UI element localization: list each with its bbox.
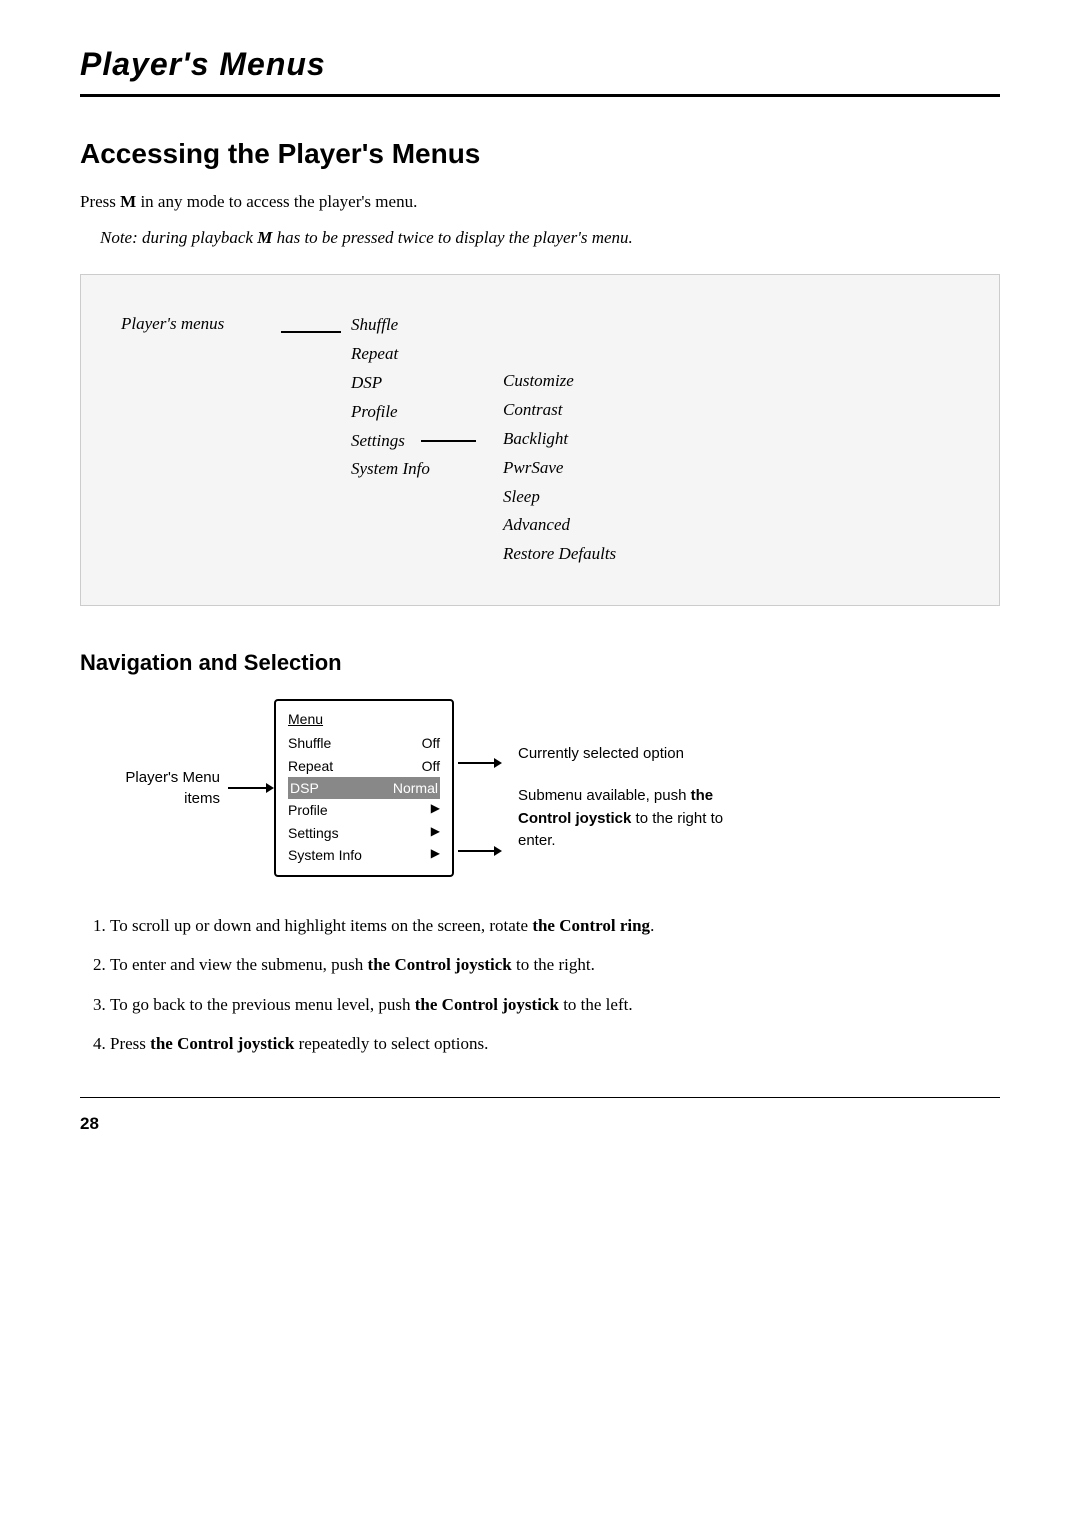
screen-row-system-info: System Info▶ (288, 844, 440, 866)
screen-row-repeat: RepeatOff (288, 755, 440, 777)
menu-sub-contrast: Contrast (503, 396, 616, 425)
section-heading: Accessing the Player's Menus (80, 133, 1000, 175)
menu-sub-backlight: Backlight (503, 425, 616, 454)
menu-sub-advanced: Advanced (503, 511, 616, 540)
nav-bracket (458, 699, 502, 876)
numbered-list: To scroll up or down and highlight items… (110, 913, 1000, 1057)
menu-item-profile: Profile (351, 398, 491, 427)
intro-text: Press M in any mode to access the player… (80, 189, 1000, 215)
screen-row-shuffle: ShuffleOff (288, 732, 440, 754)
page-number: 28 (80, 1114, 99, 1133)
menu-sub-restore: Restore Defaults (503, 540, 616, 569)
page-header: Player's Menus (80, 40, 1000, 97)
page-footer: 28 (80, 1097, 1000, 1137)
menu-sub-customize: Customize (503, 367, 616, 396)
nav-bracket-bottom (458, 846, 502, 856)
nav-bracket-top (458, 758, 502, 768)
list-item-3: To go back to the previous menu level, p… (110, 992, 1000, 1018)
screen-row-settings: Settings▶ (288, 822, 440, 844)
menu-sub-pwrsave: PwrSave (503, 454, 616, 483)
menu-sub-items: Customize Contrast Backlight PwrSave Sle… (503, 367, 616, 569)
menu-item-system-info: System Info (351, 455, 491, 484)
page-header-title: Player's Menus (80, 46, 326, 82)
screen-menu-title: Menu (288, 709, 440, 730)
list-item-2: To enter and view the submenu, push the … (110, 952, 1000, 978)
screen-row-dsp: DSPNormal (288, 777, 440, 799)
list-item-1: To scroll up or down and highlight items… (110, 913, 1000, 939)
nav-section-heading: Navigation and Selection (80, 646, 1000, 679)
nav-right-label-top: Currently selected option (518, 743, 738, 766)
menu-main-items: Shuffle Repeat DSP Profile Settings Syst… (351, 311, 491, 484)
menu-sub-sleep: Sleep (503, 483, 616, 512)
screen-box: Menu ShuffleOff RepeatOff DSPNormal Prof… (274, 699, 454, 876)
menu-item-settings: Settings (351, 427, 491, 456)
menu-diagram-box: Player's menus Shuffle Repeat DSP Profil… (80, 274, 1000, 606)
settings-line (421, 440, 476, 442)
nav-left-label: Player's Menu items (100, 767, 220, 809)
menu-diagram-label: Player's menus (121, 311, 281, 337)
nav-right-labels: Currently selected option Submenu availa… (518, 723, 738, 853)
list-item-4: Press the Control joystick repeatedly to… (110, 1031, 1000, 1057)
menu-connector-line (281, 331, 341, 333)
nav-right-label-bottom: Submenu available, push the Control joys… (518, 785, 738, 853)
nav-diagram: Player's Menu items Menu ShuffleOff Repe… (80, 699, 1000, 876)
menu-item-repeat: Repeat (351, 340, 491, 369)
screen-row-profile: Profile▶ (288, 799, 440, 821)
nav-left-arrow (228, 783, 274, 793)
nav-left-label-text: Player's Menu items (125, 767, 220, 809)
menu-item-shuffle: Shuffle (351, 311, 491, 340)
menu-item-dsp: DSP (351, 369, 491, 398)
note-text: Note: during playback M has to be presse… (80, 225, 1000, 251)
